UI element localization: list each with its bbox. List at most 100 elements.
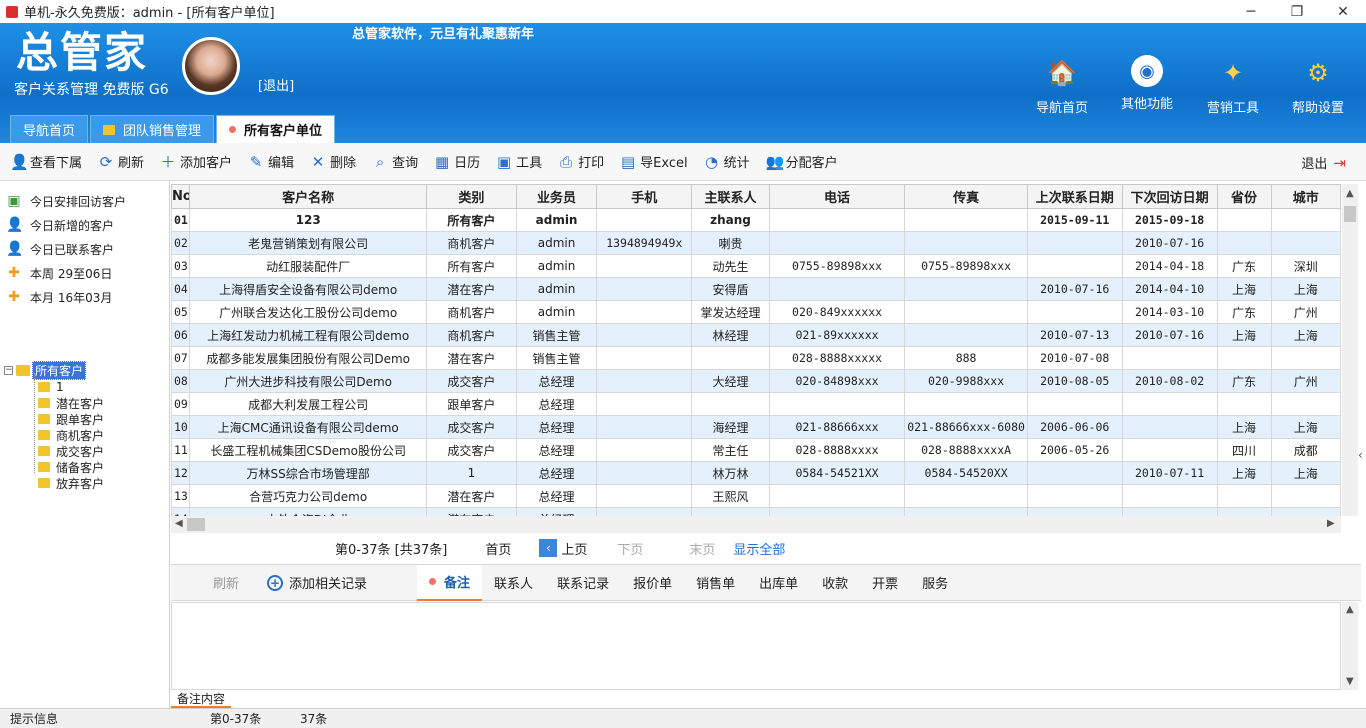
column-header[interactable]: 下次回访日期 <box>1121 184 1218 209</box>
scroll-up-icon[interactable]: ▲ <box>1346 604 1354 615</box>
quick-this-month[interactable]: ✚ 本月 16年03月 <box>0 285 169 309</box>
table-cell: 广东 <box>1216 369 1272 393</box>
column-header[interactable]: 类别 <box>426 184 517 209</box>
notes-scrollbar[interactable]: ▲ ▼ <box>1342 602 1358 690</box>
restore-button[interactable]: ❐ <box>1274 0 1320 23</box>
subtab-contacts[interactable]: 联系人 <box>482 565 545 601</box>
quick-today-new[interactable]: 👤 今日新增的客户 <box>0 213 169 237</box>
scroll-down-icon[interactable]: ▼ <box>1346 676 1354 687</box>
avatar[interactable] <box>182 37 240 95</box>
table-row[interactable]: 01 123 所有客户 admin zhang 2015-09-11 2015-09-18 <box>171 208 1341 232</box>
nav-marketing-button[interactable]: ✦ 营销工具 <box>1193 55 1273 116</box>
scroll-up-icon[interactable]: ▲ <box>1346 188 1354 199</box>
quick-this-week[interactable]: ✚ 本周 29至06日 <box>0 261 169 285</box>
tree-node[interactable]: 跟单客户 <box>4 411 104 427</box>
column-header[interactable]: 手机 <box>596 184 693 209</box>
refresh-button[interactable]: ⟳ 刷新 <box>98 152 144 172</box>
tree-node[interactable]: 1 <box>4 379 104 395</box>
minimize-button[interactable]: ─ <box>1228 0 1274 23</box>
table-row[interactable]: 13 合营巧克力公司demo 潜在客户 总经理 王熙风 <box>171 484 1341 508</box>
column-header[interactable]: 电话 <box>768 184 906 209</box>
subtab-contact-records[interactable]: 联系记录 <box>545 565 621 601</box>
delete-button[interactable]: ✕ 删除 <box>310 152 356 172</box>
detail-refresh-button[interactable]: 刷新 <box>213 573 239 592</box>
table-row[interactable]: 03 动红服装配件厂 所有客户 admin 动先生 0755-89898xxx 0755-8… <box>171 254 1341 278</box>
notes-area[interactable] <box>171 602 1341 690</box>
quick-today-contacted[interactable]: 👤 今日已联系客户 <box>0 237 169 261</box>
side-expand-icon[interactable]: ‹ <box>1358 448 1363 462</box>
promo-banner[interactable]: 总管家软件，元旦有礼聚惠新年 <box>352 23 534 42</box>
close-button[interactable]: ✕ <box>1320 0 1366 23</box>
print-button[interactable]: ⎙ 打印 <box>558 152 604 172</box>
tree-node[interactable]: 储备客户 <box>4 459 104 475</box>
table-row[interactable]: 05 广州联合发达化工股份公司demo 商机客户 admin 掌发达经理 020-849x… <box>171 300 1341 324</box>
scroll-thumb[interactable] <box>187 518 205 531</box>
view-subordinates-button[interactable]: 👤 查看下属 <box>10 152 82 172</box>
table-row[interactable]: 04 上海得盾安全设备有限公司demo 潜在客户 admin 安得盾 2010-07-16… <box>171 277 1341 301</box>
tree-node[interactable]: 成交客户 <box>4 443 104 459</box>
tree-node[interactable]: 潜在客户 <box>4 395 104 411</box>
prev-page-button[interactable]: ‹ 上页 <box>539 539 587 558</box>
subtab-invoices[interactable]: 开票 <box>860 565 910 601</box>
collapse-icon[interactable]: − <box>4 365 13 375</box>
exit-button[interactable]: 退出 ⇥ <box>1301 153 1346 173</box>
subtab-receipts[interactable]: 收款 <box>810 565 860 601</box>
notes-content-tab[interactable]: 备注内容 <box>171 690 232 708</box>
column-header[interactable]: 主联系人 <box>691 184 770 209</box>
subtab-quotes[interactable]: 报价单 <box>621 565 684 601</box>
search-button[interactable]: ⌕ 查询 <box>372 152 418 172</box>
last-page-button[interactable]: 末页 <box>689 539 715 558</box>
table-row[interactable]: 09 成都大利发展工程公司 跟单客户 总经理 <box>171 392 1341 416</box>
table-row[interactable]: 08 广州大进步科技有限公司Demo 成交客户 总经理 大经理 020-84898xxx 0… <box>171 369 1341 393</box>
table-cell <box>904 277 1028 301</box>
add-related-record-button[interactable]: + 添加相关记录 <box>267 573 367 592</box>
subtab-sales-orders[interactable]: 销售单 <box>684 565 747 601</box>
table-row[interactable]: 11 长盛工程机械集团CSDemo股份公司 成交客户 总经理 常主任 028-8888xx… <box>171 438 1341 462</box>
table-row[interactable]: 10 上海CMC通讯设备有限公司demo 成交客户 总经理 海经理 021-88666xx… <box>171 415 1341 439</box>
subtab-service[interactable]: 服务 <box>910 565 960 601</box>
tree-root[interactable]: − 所有客户 <box>4 360 104 380</box>
edit-button[interactable]: ✎ 编辑 <box>248 152 294 172</box>
column-header[interactable]: 传真 <box>904 184 1028 209</box>
subtab-notes[interactable]: 备注 <box>417 564 483 601</box>
next-page-button[interactable]: 下页 <box>617 539 643 558</box>
subtab-delivery[interactable]: 出库单 <box>747 565 810 601</box>
export-excel-button[interactable]: ▤ 导Excel <box>620 152 688 172</box>
nav-home-button[interactable]: 🏠 导航首页 <box>1022 55 1102 116</box>
tools-button[interactable]: ▣ 工具 <box>496 152 542 172</box>
tree-node-label: 潜在客户 <box>56 396 105 411</box>
column-header[interactable]: 省份 <box>1216 184 1272 209</box>
tab-home[interactable]: 导航首页 <box>10 115 89 143</box>
statistics-button[interactable]: ◔ 统计 <box>704 152 750 172</box>
show-all-link[interactable]: 显示全部 <box>733 539 785 558</box>
table-cell <box>596 415 693 439</box>
nav-other-button[interactable]: ◉ 其他功能 <box>1107 55 1187 112</box>
column-header[interactable]: 上次联系日期 <box>1026 184 1123 209</box>
tree-node[interactable]: 放弃客户 <box>4 475 104 491</box>
vertical-scrollbar[interactable]: ▲ <box>1342 184 1358 516</box>
column-header[interactable]: 业务员 <box>515 184 598 209</box>
first-page-button[interactable]: 首页 <box>485 539 511 558</box>
quick-today-visit[interactable]: ▣ 今日安排回访客户 <box>0 189 169 213</box>
nav-help-button[interactable]: ⚙ 帮助设置 <box>1278 55 1358 116</box>
logout-link[interactable]: [退出] <box>258 75 294 94</box>
tab-all-customers[interactable]: 所有客户单位 <box>216 115 336 143</box>
column-header[interactable]: No <box>171 184 191 209</box>
add-customer-button[interactable]: ＋ 添加客户 <box>160 151 233 172</box>
table-row[interactable]: 14中外合资DI企业潜在客户总经理 <box>171 507 1341 516</box>
table-row[interactable]: 06 上海红发动力机械工程有限公司demo 商机客户 销售主管 林经理 021-89xxx… <box>171 323 1341 347</box>
table-row[interactable]: 12 万林SS综合市场管理部 1 总经理 林万林 0584-54521XX 0584-545… <box>171 461 1341 485</box>
scroll-right-icon[interactable]: ▶ <box>1327 518 1335 529</box>
column-header[interactable]: 客户名称 <box>189 184 427 209</box>
scroll-thumb[interactable] <box>1344 206 1356 222</box>
subtab-label: 服务 <box>922 577 949 592</box>
scroll-left-icon[interactable]: ◀ <box>175 518 183 529</box>
assign-customer-button[interactable]: 👥 分配客户 <box>766 152 838 172</box>
tree-node[interactable]: 商机客户 <box>4 427 104 443</box>
calendar-button[interactable]: ▦ 日历 <box>434 152 480 172</box>
table-row[interactable]: 02 老鬼营销策划有限公司 商机客户 admin 1394894949x 喇贵 2010-0… <box>171 231 1341 255</box>
table-row[interactable]: 07 成都多能发展集团股份有限公司Demo 潜在客户 销售主管 028-8888xxxx… <box>171 346 1341 370</box>
column-header[interactable]: 城市 <box>1270 184 1341 209</box>
tab-team-sales[interactable]: 团队销售管理 <box>90 115 215 143</box>
horizontal-scrollbar[interactable]: ◀ ▶ <box>171 516 1341 533</box>
